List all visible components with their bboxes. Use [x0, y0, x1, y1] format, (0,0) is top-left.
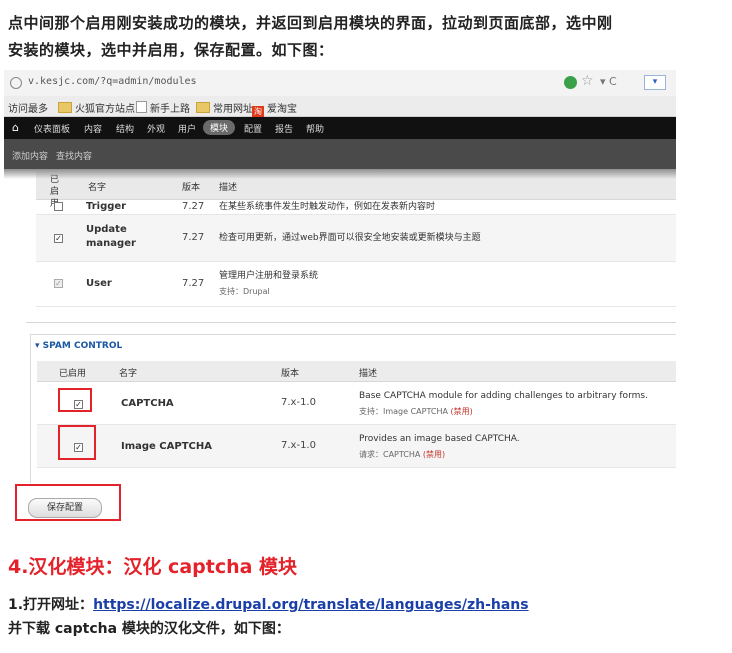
toolbar-content[interactable]: 内容 — [84, 122, 102, 135]
enable-checkbox-user: ✓ — [54, 279, 63, 288]
table-row: ✓ CAPTCHA 7.x-1.0 Base CAPTCHA module fo… — [37, 382, 676, 425]
folder-icon — [196, 102, 210, 113]
table-row: Trigger 7.27 在某些系统事件发生时触发动作，例如在发表新内容时 — [36, 200, 676, 215]
section-heading: 4.汉化模块：汉化 captcha 模块 — [8, 556, 298, 578]
intro-paragraph: 点中间那个启用刚安装成功的模块，并返回到启用模块的界面，拉动到页面底部，选中刚 … — [8, 10, 708, 64]
bookmark-common-sites[interactable]: 常用网址 — [196, 100, 253, 115]
header-description: 描述 — [219, 183, 238, 193]
home-icon[interactable]: ⌂ — [12, 121, 19, 134]
toolbar-structure[interactable]: 结构 — [116, 122, 134, 135]
step-1-label: 1.打开网址： — [8, 597, 94, 613]
bookmark-most-visited[interactable]: 访问最多 — [8, 100, 48, 115]
star-icon[interactable]: ☆ — [581, 73, 594, 89]
header-description: 描述 — [359, 369, 378, 379]
url-field[interactable]: v.kesjc.com/?q=admin/modules — [28, 76, 197, 87]
localize-link[interactable]: https://localize.drupal.org/translate/la… — [93, 597, 529, 613]
header-version: 版本 — [281, 369, 300, 379]
shortcut-bar: 添加内容 查找内容 — [4, 139, 676, 169]
bookmark-taobao[interactable]: 淘爱淘宝 — [252, 100, 297, 118]
shortcut-add-content[interactable]: 添加内容 — [12, 149, 48, 162]
embedded-screenshot: v.kesjc.com/?q=admin/modules ☆ ▾ C ▾ 访问最… — [4, 70, 676, 530]
table-row: ✓ User 7.27 管理用户注册和登录系统 支持：Drupal — [36, 262, 676, 307]
enable-checkbox-update-manager[interactable]: ✓ — [54, 234, 63, 243]
toolbar-modules[interactable]: 模块 — [203, 120, 236, 135]
intro-line-1: 点中间那个启用刚安装成功的模块，并返回到启用模块的界面，拉动到页面底部，选中刚 — [8, 14, 613, 32]
enable-checkbox-trigger[interactable] — [54, 202, 63, 211]
toolbar-configuration[interactable]: 配置 — [244, 122, 262, 135]
table-row: ✓ Update manager 7.27 检查可用更新，通过web界面可以很安… — [36, 215, 676, 262]
toolbar-appearance[interactable]: 外观 — [147, 122, 165, 135]
header-name: 名字 — [88, 183, 107, 193]
highlight-box-captcha — [58, 388, 92, 412]
bookmark-firefox-official[interactable]: 火狐官方站点 — [58, 100, 135, 115]
search-engine-icon[interactable]: ▾ — [644, 75, 666, 90]
shortcut-find-content[interactable]: 查找内容 — [56, 149, 92, 162]
scroll-shadow — [4, 169, 676, 179]
toolbar-reports[interactable]: 报告 — [275, 122, 293, 135]
step-1: 1.打开网址：https://localize.drupal.org/trans… — [8, 594, 529, 614]
header-enabled: 已启用 — [59, 369, 87, 379]
divider — [26, 322, 676, 323]
bookmark-getting-started[interactable]: 新手上路 — [136, 100, 190, 115]
address-bar: v.kesjc.com/?q=admin/modules ☆ ▾ C ▾ — [4, 70, 676, 97]
reload-icon[interactable]: ▾ C — [600, 75, 617, 88]
highlight-box-save — [15, 484, 121, 521]
toolbar-people[interactable]: 用户 — [178, 122, 196, 135]
toolbar-dashboard[interactable]: 仪表面板 — [34, 122, 70, 135]
bookmarks-bar: 访问最多 火狐官方站点 新手上路 常用网址 淘爱淘宝 — [4, 96, 676, 118]
go-icon[interactable] — [564, 76, 577, 89]
header-version: 版本 — [182, 183, 201, 193]
admin-toolbar: ⌂ 仪表面板 内容 结构 外观 用户 模块 配置 报告 帮助 — [4, 117, 676, 139]
intro-line-2: 安装的模块，选中并启用，保存配置。如下图： — [8, 41, 334, 59]
folder-icon — [58, 102, 72, 113]
page-icon — [136, 101, 147, 113]
globe-icon — [10, 77, 22, 89]
step-2: 并下载 captcha 模块的汉化文件，如下图： — [8, 621, 290, 637]
table-row: ✓ Image CAPTCHA 7.x-1.0 Provides an imag… — [37, 425, 676, 468]
header-name: 名字 — [119, 369, 138, 379]
toolbar-help[interactable]: 帮助 — [306, 122, 324, 135]
highlight-box-image-captcha — [58, 425, 96, 460]
spam-control-legend[interactable]: ▾ SPAM CONTROL — [35, 341, 122, 351]
spam-control-fieldset: ▾ SPAM CONTROL 已启用 名字 版本 描述 ✓ CAPTCHA 7.… — [30, 334, 676, 483]
spam-table-header: 已启用 名字 版本 描述 — [37, 361, 676, 382]
